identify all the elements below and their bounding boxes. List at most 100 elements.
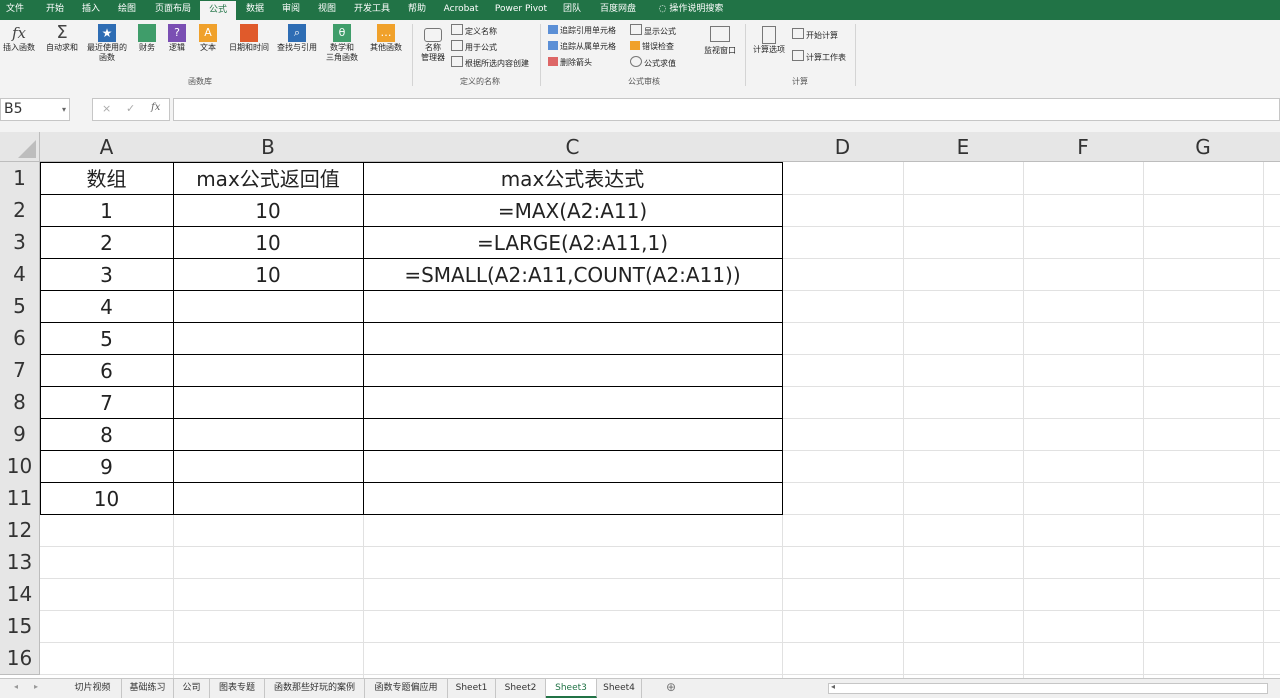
row-header-5[interactable]: 5: [0, 290, 40, 323]
trace-dependents-button[interactable]: 追踪从属单元格: [548, 40, 616, 54]
tell-me-search[interactable]: ◌ 操作说明搜索: [652, 0, 730, 20]
row-header-8[interactable]: 8: [0, 386, 40, 419]
column-header-partial[interactable]: [1263, 132, 1280, 162]
row-header-10[interactable]: 10: [0, 450, 40, 483]
table-cell[interactable]: [363, 450, 782, 482]
define-name-button[interactable]: 定义名称: [451, 24, 497, 39]
sheet-tab[interactable]: Sheet4: [597, 679, 642, 698]
row-header-2[interactable]: 2: [0, 194, 40, 227]
row-header-11[interactable]: 11: [0, 482, 40, 515]
sheet-tab[interactable]: 公司: [174, 679, 210, 698]
autosum-button[interactable]: Σ 自动求和: [42, 24, 82, 53]
table-cell[interactable]: [173, 290, 363, 322]
table-cell[interactable]: =MAX(A2:A11): [363, 194, 782, 226]
sheet-tab[interactable]: 函数专题偏应用: [365, 679, 448, 698]
tab-help[interactable]: 帮助: [402, 0, 432, 20]
table-cell[interactable]: 10: [173, 194, 363, 226]
insert-function-button[interactable]: fx 插入函数: [0, 24, 38, 53]
tab-view[interactable]: 视图: [312, 0, 342, 20]
select-all-corner[interactable]: [0, 132, 40, 162]
column-header-f[interactable]: F: [1023, 132, 1144, 162]
tab-developer[interactable]: 开发工具: [350, 0, 394, 20]
sheet-tab[interactable]: 函数那些好玩的案例: [265, 679, 365, 698]
table-cell[interactable]: 7: [40, 386, 173, 418]
table-cell[interactable]: 9: [40, 450, 173, 482]
table-cell[interactable]: 5: [40, 322, 173, 354]
table-cell[interactable]: [173, 450, 363, 482]
name-manager-button[interactable]: 名称 管理器: [416, 28, 450, 63]
recent-functions-button[interactable]: ★ 最近使用的 函数: [84, 24, 130, 63]
sheet-tab[interactable]: 基础练习: [122, 679, 174, 698]
column-header-b[interactable]: B: [173, 132, 364, 162]
table-cell[interactable]: [363, 290, 782, 322]
table-cell[interactable]: 10: [40, 482, 173, 514]
row-header-12[interactable]: 12: [0, 514, 40, 547]
header-cell[interactable]: 数组: [40, 162, 173, 194]
insert-function-icon[interactable]: fx: [151, 102, 160, 113]
sheet-tab[interactable]: Sheet1: [448, 679, 496, 698]
row-header-7[interactable]: 7: [0, 354, 40, 387]
logical-button[interactable]: ? 逻辑: [164, 24, 190, 53]
calc-now-button[interactable]: 开始计算: [792, 28, 838, 43]
scroll-left-icon[interactable]: ◂: [14, 682, 18, 691]
name-box[interactable]: B5 ▾: [0, 98, 70, 121]
tab-baidu[interactable]: 百度网盘: [596, 0, 640, 20]
row-header-16[interactable]: 16: [0, 642, 40, 675]
tab-data[interactable]: 数据: [240, 0, 270, 20]
row-header-6[interactable]: 6: [0, 322, 40, 355]
formula-input[interactable]: [173, 98, 1280, 121]
sheet-tab[interactable]: Sheet3: [546, 679, 597, 698]
enter-icon[interactable]: ✓: [126, 102, 135, 115]
table-cell[interactable]: 1: [40, 194, 173, 226]
row-header-14[interactable]: 14: [0, 578, 40, 611]
tab-review[interactable]: 审阅: [276, 0, 306, 20]
math-button[interactable]: θ 数学和 三角函数: [322, 24, 362, 63]
datetime-button[interactable]: 日期和时间: [226, 24, 272, 53]
table-cell[interactable]: [173, 354, 363, 386]
table-cell[interactable]: =LARGE(A2:A11,1): [363, 226, 782, 258]
trace-precedents-button[interactable]: 追踪引用单元格: [548, 24, 616, 38]
calc-options-button[interactable]: 计算选项: [750, 26, 788, 55]
row-header-15[interactable]: 15: [0, 610, 40, 643]
tab-page-layout[interactable]: 页面布局: [150, 0, 196, 20]
remove-arrows-button[interactable]: 删除箭头: [548, 56, 592, 70]
tab-insert[interactable]: 插入: [76, 0, 106, 20]
column-header-g[interactable]: G: [1143, 132, 1264, 162]
column-header-d[interactable]: D: [782, 132, 904, 162]
add-sheet-icon[interactable]: ⊕: [666, 680, 676, 694]
table-cell[interactable]: [173, 386, 363, 418]
sheet-tab[interactable]: 切片视频: [64, 679, 122, 698]
column-header-e[interactable]: E: [903, 132, 1024, 162]
tab-power-pivot[interactable]: Power Pivot: [492, 0, 550, 20]
tab-home[interactable]: 开始: [40, 0, 70, 20]
scroll-left-arrow-icon[interactable]: ◂: [831, 682, 835, 691]
other-functions-button[interactable]: … 其他函数: [366, 24, 406, 53]
table-cell[interactable]: [173, 322, 363, 354]
cancel-icon[interactable]: ×: [102, 102, 111, 115]
table-cell[interactable]: 4: [40, 290, 173, 322]
table-cell[interactable]: [363, 354, 782, 386]
header-cell[interactable]: max公式表达式: [363, 162, 782, 194]
horizontal-scrollbar[interactable]: ◂: [828, 682, 1268, 694]
calc-sheet-button[interactable]: 计算工作表: [792, 50, 846, 65]
table-cell[interactable]: [173, 418, 363, 450]
create-from-selection-button[interactable]: 根据所选内容创建: [451, 56, 529, 71]
scroll-right-icon[interactable]: ▸: [34, 682, 38, 691]
tab-file[interactable]: 文件: [2, 0, 28, 20]
sheet-tab[interactable]: 图表专题: [210, 679, 265, 698]
header-cell[interactable]: max公式返回值: [173, 162, 363, 194]
tab-draw[interactable]: 绘图: [112, 0, 142, 20]
text-button[interactable]: A 文本: [194, 24, 222, 53]
error-checking-button[interactable]: 错误检查: [630, 40, 674, 54]
row-header-4[interactable]: 4: [0, 258, 40, 291]
show-formulas-button[interactable]: 显示公式: [630, 24, 676, 39]
row-header-13[interactable]: 13: [0, 546, 40, 579]
column-header-a[interactable]: A: [40, 132, 174, 162]
sheet-tab[interactable]: Sheet2: [496, 679, 546, 698]
column-header-c[interactable]: C: [363, 132, 783, 162]
table-cell[interactable]: 2: [40, 226, 173, 258]
table-cell[interactable]: [173, 482, 363, 514]
row-header-9[interactable]: 9: [0, 418, 40, 451]
row-header-1[interactable]: 1: [0, 162, 40, 195]
table-cell[interactable]: 8: [40, 418, 173, 450]
